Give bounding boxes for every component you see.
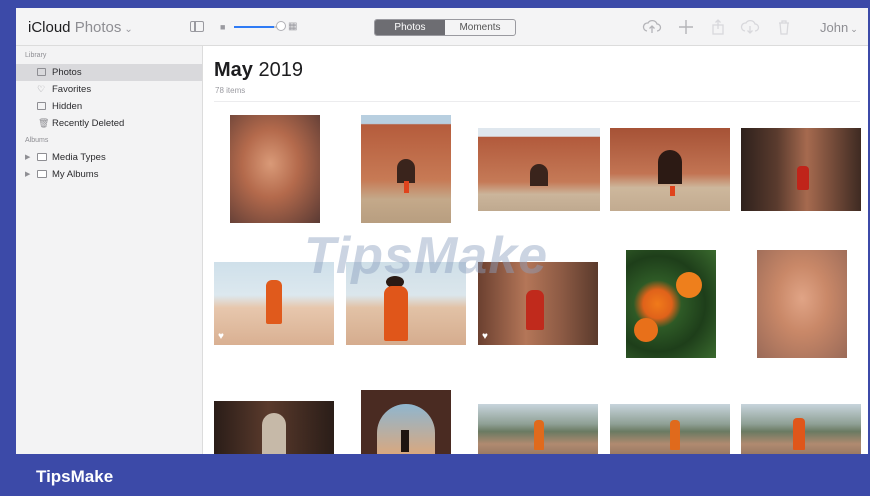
disclosure-triangle-icon[interactable]: ▶	[25, 149, 30, 166]
photo-thumbnail[interactable]	[214, 401, 334, 454]
chevron-down-icon: ⌄	[850, 24, 858, 34]
sidebar-item-label: Recently Deleted	[52, 118, 125, 129]
user-name: John	[820, 20, 849, 35]
sidebar-item-label: Hidden	[52, 101, 83, 112]
photo-thumbnail[interactable]	[626, 250, 716, 358]
add-icon[interactable]	[676, 17, 696, 37]
photo-thumbnail[interactable]	[757, 250, 847, 358]
share-icon[interactable]	[708, 17, 728, 37]
sidebar-item-recently-deleted[interactable]: 🗑 Recently Deleted	[16, 115, 202, 132]
folder-icon	[37, 170, 47, 178]
view-switcher: Photos Moments	[374, 19, 516, 36]
sidebar-item-label: Favorites	[52, 84, 92, 95]
chevron-down-icon: ⌄	[124, 24, 133, 35]
trash-icon[interactable]	[774, 17, 794, 37]
divider	[214, 101, 860, 102]
brand-logo: TipsMake	[36, 467, 114, 486]
heart-icon: ♥	[218, 331, 224, 342]
photos-icon	[37, 68, 46, 76]
photo-thumbnail[interactable]	[230, 115, 320, 223]
icloud-photos-window: iCloud Photos ⌄ ■ ▦ Photos Moments John …	[16, 8, 868, 454]
photo-thumbnail[interactable]	[610, 128, 730, 211]
disclosure-triangle-icon[interactable]: ▶	[25, 166, 30, 183]
zoom-fill	[234, 26, 274, 28]
photo-thumbnail[interactable]	[361, 390, 451, 454]
sidebar-item-label: Media Types	[52, 152, 106, 163]
tab-photos[interactable]: Photos	[375, 20, 445, 35]
zoom-knob[interactable]	[276, 21, 286, 31]
zoom-track	[234, 26, 280, 28]
zoom-out-icon: ■	[220, 22, 226, 32]
sidebar-item-photos[interactable]: Photos	[16, 64, 202, 81]
app-name: iCloud	[28, 19, 71, 36]
sidebar-item-hidden[interactable]: Hidden	[16, 98, 202, 115]
app-title[interactable]: iCloud Photos ⌄	[28, 19, 133, 36]
sidebar-item-my-albums[interactable]: ▶ My Albums	[16, 166, 202, 183]
hidden-icon	[37, 102, 46, 110]
photo-thumbnail[interactable]	[361, 115, 451, 223]
download-icon[interactable]	[740, 17, 760, 37]
user-menu[interactable]: John ⌄	[820, 20, 858, 35]
heart-icon: ♥	[482, 331, 488, 342]
year-label: 2019	[258, 59, 303, 81]
albums-heading: Albums	[25, 137, 49, 144]
watermark: TipsMake	[304, 227, 549, 285]
sidebar: Library Photos ♡ Favorites Hidden 🗑 Rece…	[16, 46, 203, 454]
sidebar-item-favorites[interactable]: ♡ Favorites	[16, 81, 202, 98]
heart-icon: ♡	[37, 84, 46, 94]
upload-icon[interactable]	[642, 17, 662, 37]
photo-thumbnail[interactable]	[741, 128, 861, 211]
photo-thumbnail[interactable]	[478, 404, 598, 454]
photo-thumbnail[interactable]	[610, 404, 730, 454]
folder-icon	[37, 153, 47, 161]
library-heading: Library	[25, 52, 47, 59]
photo-thumbnail[interactable]	[741, 404, 861, 454]
zoom-in-icon: ▦	[288, 21, 298, 32]
item-count: 78 items	[215, 86, 246, 95]
trash-icon: 🗑	[38, 118, 50, 128]
sidebar-item-label: Photos	[52, 67, 82, 78]
tab-moments[interactable]: Moments	[445, 20, 515, 35]
sidebar-toggle-icon[interactable]	[190, 21, 204, 32]
app-section: Photos	[74, 19, 122, 36]
toolbar: iCloud Photos ⌄ ■ ▦ Photos Moments John …	[16, 8, 868, 46]
zoom-slider[interactable]: ■ ▦	[220, 20, 300, 34]
sidebar-item-label: My Albums	[52, 169, 99, 180]
month-label: May	[214, 59, 253, 81]
page-title: May 2019	[214, 59, 303, 82]
photo-thumbnail[interactable]	[478, 128, 600, 211]
sidebar-item-media-types[interactable]: ▶ Media Types	[16, 149, 202, 166]
